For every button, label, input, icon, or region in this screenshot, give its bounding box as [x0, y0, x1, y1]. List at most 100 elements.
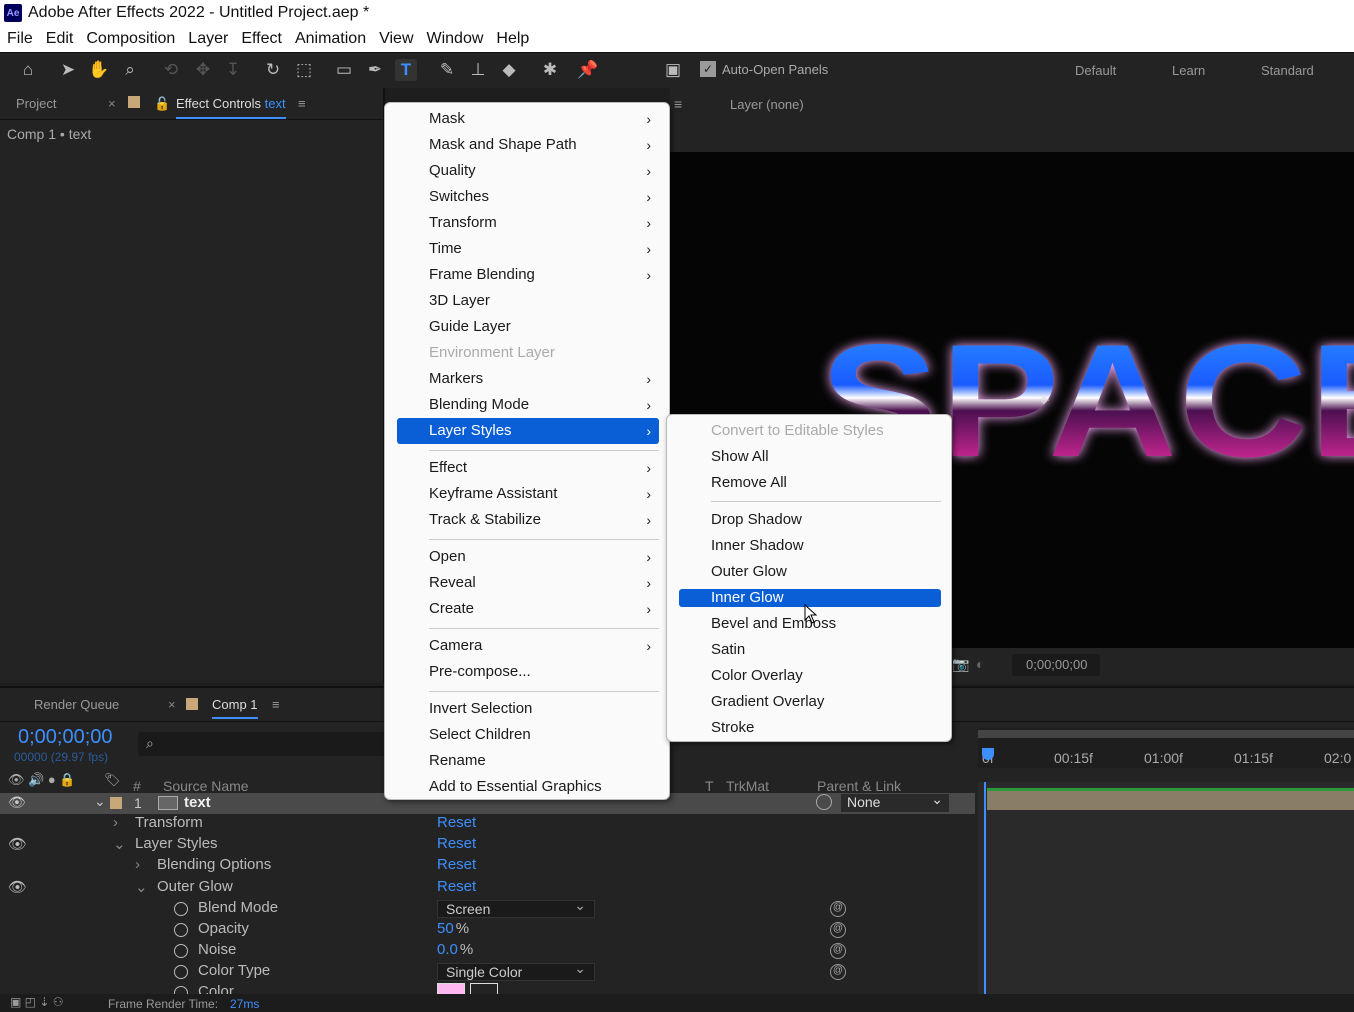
expression-icon[interactable]: @	[830, 922, 846, 938]
home-icon[interactable]: ⌂	[17, 59, 39, 81]
menu-view[interactable]: View	[372, 30, 419, 48]
visibility-eye-icon[interactable]: 👁	[8, 835, 27, 853]
property-color-type[interactable]: Color Type Single Color @	[0, 960, 975, 983]
stopwatch-icon[interactable]	[174, 965, 188, 979]
property-layer-styles[interactable]: 👁 ⌄ Layer Styles Reset	[0, 835, 975, 856]
menu-item-effect[interactable]: Effect ›	[397, 455, 659, 481]
eraser-tool-icon[interactable]: ◆	[498, 59, 520, 81]
zoom-tool-icon[interactable]: ⌕	[119, 59, 141, 81]
lock-icon[interactable]: 🔓	[154, 96, 170, 112]
clone-stamp-icon[interactable]: ⊥	[467, 59, 489, 81]
tab-comp-1[interactable]: Comp 1	[212, 697, 258, 719]
pickwhip-icon[interactable]	[816, 794, 832, 810]
workspace-default[interactable]: Default	[1075, 63, 1116, 78]
layer-duration-bar[interactable]	[987, 790, 1354, 810]
stopwatch-icon[interactable]	[174, 944, 188, 958]
menu-item-3d-layer[interactable]: 3D Layer	[397, 288, 659, 314]
expression-icon[interactable]: @	[830, 964, 846, 980]
orbit-camera-icon[interactable]: ⟲	[160, 59, 182, 81]
noise-value[interactable]: 0.0%	[437, 941, 473, 958]
menu-item-switches[interactable]: Switches ›	[397, 184, 659, 210]
menu-item-quality[interactable]: Quality ›	[397, 158, 659, 184]
menu-item-rename[interactable]: Rename	[397, 748, 659, 774]
brush-tool-icon[interactable]: ✎	[436, 59, 458, 81]
opacity-value[interactable]: 50%	[437, 920, 469, 937]
viewer-timecode[interactable]: 0;00;00;00	[1012, 654, 1100, 676]
roto-brush-icon[interactable]: ✱	[539, 59, 561, 81]
current-time[interactable]: 0;00;00;00	[18, 726, 113, 749]
snapshot-icon[interactable]: 📷	[952, 656, 969, 673]
menu-item-time[interactable]: Time ›	[397, 236, 659, 262]
workspace-standard[interactable]: Standard	[1261, 63, 1314, 78]
menu-item-track-stabilize[interactable]: Track & Stabilize ›	[397, 507, 659, 533]
reset-link[interactable]: Reset	[437, 835, 476, 852]
submenu-outer-glow[interactable]: Outer Glow	[679, 559, 941, 585]
visibility-eye-icon[interactable]: 👁	[8, 878, 27, 896]
type-tool-icon[interactable]: T	[395, 59, 417, 81]
submenu-drop-shadow[interactable]: Drop Shadow	[679, 507, 941, 533]
hand-tool-icon[interactable]: ✋	[88, 59, 110, 81]
expression-icon[interactable]: @	[830, 901, 846, 917]
submenu-stroke[interactable]: Stroke	[679, 715, 941, 741]
close-icon[interactable]: ×	[108, 96, 116, 111]
puppet-pin-icon[interactable]: 📌	[577, 59, 599, 81]
property-noise[interactable]: Noise 0.0% @	[0, 941, 975, 962]
chevron-right-icon[interactable]: ›	[135, 856, 140, 873]
chevron-right-icon[interactable]: ›	[113, 814, 118, 831]
stopwatch-icon[interactable]	[174, 902, 188, 916]
selection-tool-icon[interactable]: ➤	[57, 59, 79, 81]
col-source-name[interactable]: Source Name	[163, 778, 249, 794]
pen-tool-icon[interactable]: ✒	[364, 59, 386, 81]
reset-link[interactable]: Reset	[437, 878, 476, 895]
show-snapshot-icon[interactable]: ◐	[976, 656, 984, 672]
layer-name[interactable]: text	[184, 794, 211, 811]
tab-render-queue[interactable]: Render Queue	[34, 697, 119, 712]
parent-dropdown[interactable]: None ⌄	[841, 791, 949, 812]
menu-item-guide-layer[interactable]: Guide Layer	[397, 314, 659, 340]
menu-help[interactable]: Help	[489, 30, 535, 48]
time-ruler[interactable]: 0f 00:15f 01:00f 01:15f 02:0	[978, 728, 1354, 768]
panel-menu-icon[interactable]: ≡	[272, 697, 280, 712]
menu-item-pre-compose[interactable]: Pre-compose...	[397, 659, 659, 685]
tab-project[interactable]: Project	[16, 96, 56, 111]
visibility-eye-icon[interactable]: 👁	[8, 794, 26, 811]
submenu-satin[interactable]: Satin	[679, 637, 941, 663]
auto-open-panels-checkbox[interactable]: ✓ Auto-Open Panels	[700, 61, 828, 77]
workspace-learn[interactable]: Learn	[1172, 63, 1205, 78]
submenu-gradient-overlay[interactable]: Gradient Overlay	[679, 689, 941, 715]
dolly-camera-icon[interactable]: ↧	[222, 59, 244, 81]
playhead-icon[interactable]	[982, 748, 994, 760]
reset-link[interactable]: Reset	[437, 856, 476, 873]
tab-layer[interactable]: Layer (none)	[730, 97, 804, 112]
panel-menu-icon[interactable]: ≡	[298, 96, 306, 111]
menu-effect[interactable]: Effect	[234, 30, 288, 48]
rotation-tool-icon[interactable]: ↻	[262, 59, 284, 81]
menu-item-markers[interactable]: Markers ›	[397, 366, 659, 392]
menu-item-mask-shape-path[interactable]: Mask and Shape Path ›	[397, 132, 659, 158]
menu-item-keyframe-assistant[interactable]: Keyframe Assistant ›	[397, 481, 659, 507]
rectangle-tool-icon[interactable]: ▭	[333, 59, 355, 81]
close-icon[interactable]: ×	[168, 697, 176, 712]
menu-item-frame-blending[interactable]: Frame Blending ›	[397, 262, 659, 288]
property-blend-mode[interactable]: Blend Mode Screen @	[0, 897, 975, 920]
menu-window[interactable]: Window	[420, 30, 490, 48]
track-area[interactable]	[978, 782, 1354, 998]
property-blending-options[interactable]: › Blending Options Reset	[0, 856, 975, 877]
property-transform[interactable]: › Transform Reset	[0, 814, 975, 835]
submenu-show-all[interactable]: Show All	[679, 444, 941, 470]
menu-item-add-essential-graphics[interactable]: Add to Essential Graphics	[397, 774, 659, 800]
panel-toggle-icon[interactable]: ▣	[662, 59, 684, 81]
menu-item-camera[interactable]: Camera ›	[397, 633, 659, 659]
menu-item-create[interactable]: Create ›	[397, 596, 659, 622]
menu-item-invert-selection[interactable]: Invert Selection	[397, 696, 659, 722]
chevron-down-icon[interactable]: ⌄	[94, 793, 106, 810]
menu-item-open[interactable]: Open ›	[397, 544, 659, 570]
menu-file[interactable]: File	[0, 30, 39, 48]
menu-item-mask[interactable]: Mask ›	[397, 106, 659, 132]
menu-item-blending-mode[interactable]: Blending Mode ›	[397, 392, 659, 418]
menu-edit[interactable]: Edit	[39, 30, 80, 48]
chevron-down-icon[interactable]: ⌄	[113, 835, 126, 853]
menu-composition[interactable]: Composition	[79, 30, 181, 48]
work-area-bar[interactable]	[978, 730, 1354, 738]
submenu-color-overlay[interactable]: Color Overlay	[679, 663, 941, 689]
